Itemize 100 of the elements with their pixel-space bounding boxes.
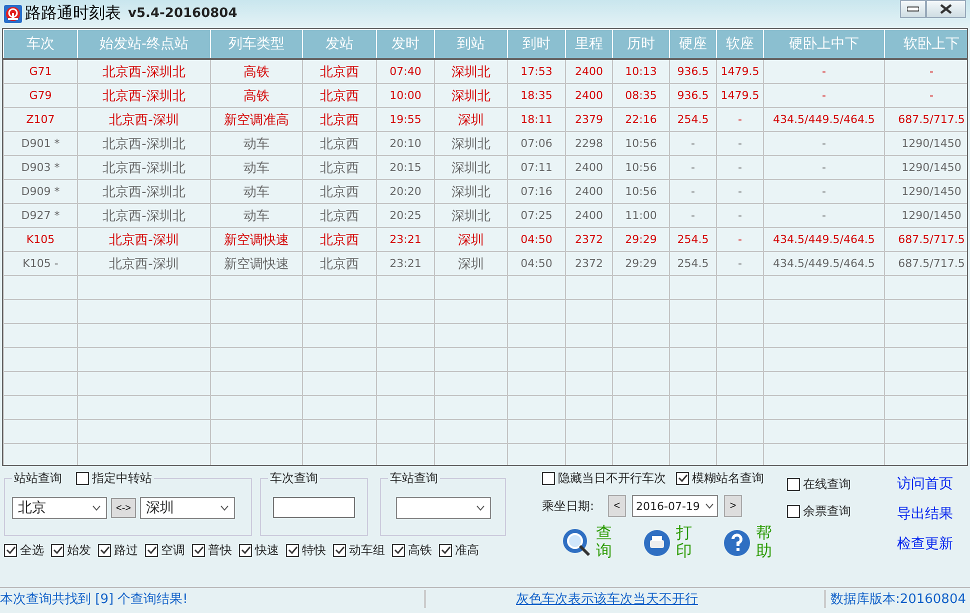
table-cell: - xyxy=(716,204,764,228)
filter-checkbox[interactable]: 高铁 xyxy=(392,542,432,559)
online-checkbox[interactable]: 在线查询 xyxy=(787,476,887,493)
filter-checkbox[interactable]: 普快 xyxy=(192,542,232,559)
table-cell: - xyxy=(670,156,716,180)
swap-button[interactable]: <-> xyxy=(111,498,136,518)
table-cell: 新空调准高 xyxy=(210,108,302,132)
table-cell: - xyxy=(716,180,764,204)
table-cell: 1479.5 xyxy=(716,84,764,108)
online-checkbox[interactable]: 余票查询 xyxy=(787,503,887,520)
table-cell: 北京西-深圳 xyxy=(78,228,210,252)
link[interactable]: 访问首页 xyxy=(897,475,953,493)
filter-checkbox[interactable]: 特快 xyxy=(286,542,326,559)
group-title: 车次查询 xyxy=(270,470,318,487)
table-cell: 北京西 xyxy=(302,108,376,132)
table-cell: 17:53 xyxy=(508,59,566,84)
checkmark-icon xyxy=(334,545,345,556)
table-cell: 2400 xyxy=(566,84,612,108)
to-station-dropdown[interactable]: 深圳 xyxy=(140,497,235,519)
checkmark-icon xyxy=(240,545,251,556)
table-cell: 2400 xyxy=(566,59,612,84)
table-cell: 北京西-深圳北 xyxy=(78,204,210,228)
table-cell: 07:06 xyxy=(508,132,566,156)
filter-checkbox[interactable]: 动车组 xyxy=(333,542,385,559)
legend-link[interactable]: 灰色车次表示该车次当天不开行 xyxy=(516,590,698,608)
transfer-checkbox[interactable]: 指定中转站 xyxy=(76,470,152,487)
table-cell: 2379 xyxy=(566,108,612,132)
filter-checkbox[interactable]: 准高 xyxy=(439,542,479,559)
search-icon xyxy=(562,528,592,558)
table-cell: - xyxy=(764,59,884,84)
table-cell: - xyxy=(764,156,884,180)
minimize-button[interactable] xyxy=(900,0,926,18)
previous-day-button[interactable]: < xyxy=(608,495,626,517)
table-cell: - xyxy=(716,108,764,132)
table-cell: 深圳 xyxy=(434,108,508,132)
close-button[interactable] xyxy=(926,0,966,18)
table-cell: - xyxy=(764,84,884,108)
table-cell: 北京西 xyxy=(302,204,376,228)
table-cell: 434.5/449.5/464.5 xyxy=(764,108,884,132)
table-cell: 北京西-深圳北 xyxy=(78,156,210,180)
table-cell: 高铁 xyxy=(210,59,302,84)
table-cell: 936.5 xyxy=(670,84,716,108)
checkmark-icon xyxy=(193,545,204,556)
table-cell: 07:40 xyxy=(376,59,434,84)
railway-logo-icon xyxy=(4,4,22,22)
version-label: v5.4-20160804 xyxy=(128,6,238,21)
table-cell: 20:15 xyxy=(376,156,434,180)
window-title: 路路通时刻表 xyxy=(25,3,121,24)
table-cell: 07:16 xyxy=(508,180,566,204)
group-title: 站站查询 xyxy=(14,470,62,487)
table-cell: K105 xyxy=(4,228,78,252)
table-cell: 2400 xyxy=(566,156,612,180)
table-cell: G79 xyxy=(4,84,78,108)
link[interactable]: 检查更新 xyxy=(897,535,953,553)
table-cell: - xyxy=(764,204,884,228)
checkmark-icon xyxy=(440,545,451,556)
table-cell: 10:56 xyxy=(612,132,670,156)
chevron-down-icon xyxy=(92,505,101,511)
filter-checkbox[interactable]: 全选 xyxy=(4,542,44,559)
table-cell: 北京西 xyxy=(302,252,376,276)
filter-checkbox[interactable]: 空调 xyxy=(145,542,185,559)
table-cell: 北京西 xyxy=(302,156,376,180)
table-cell: 动车 xyxy=(210,180,302,204)
table-cell: - xyxy=(764,180,884,204)
table-cell: 936.5 xyxy=(670,59,716,84)
table-cell: D901 * xyxy=(4,132,78,156)
table-cell: 北京西-深圳北 xyxy=(78,84,210,108)
filter-checkbox[interactable]: 始发 xyxy=(51,542,91,559)
table-cell: - xyxy=(670,204,716,228)
table-cell: 北京西-深圳 xyxy=(78,108,210,132)
option-checkbox[interactable]: 隐藏当日不开行车次 xyxy=(542,470,666,487)
table-cell: 434.5/449.5/464.5 xyxy=(764,252,884,276)
table-cell: 10:00 xyxy=(376,84,434,108)
option-checkbox[interactable]: 模糊站名查询 xyxy=(676,470,764,487)
table-cell: 深圳北 xyxy=(434,180,508,204)
table-cell: K105 - xyxy=(4,252,78,276)
table-cell: 2400 xyxy=(566,204,612,228)
table-cell: 深圳 xyxy=(434,228,508,252)
filter-checkbox[interactable]: 路过 xyxy=(98,542,138,559)
link[interactable]: 导出结果 xyxy=(897,505,953,523)
table-cell: D909 * xyxy=(4,180,78,204)
station-dropdown[interactable] xyxy=(396,497,490,519)
filter-checkbox[interactable]: 快速 xyxy=(239,542,279,559)
table-cell: - xyxy=(670,180,716,204)
table-cell: 北京西-深圳北 xyxy=(78,59,210,84)
help-icon xyxy=(722,528,752,558)
table-cell: 新空调快速 xyxy=(210,252,302,276)
checkmark-icon xyxy=(5,545,16,556)
table-cell: 434.5/449.5/464.5 xyxy=(764,228,884,252)
table-cell: - xyxy=(716,156,764,180)
next-day-button[interactable]: > xyxy=(724,495,742,517)
from-station-dropdown[interactable]: 北京 xyxy=(12,497,107,519)
table-cell: 23:21 xyxy=(376,228,434,252)
table-cell: 22:16 xyxy=(612,108,670,132)
date-picker[interactable]: 2016-07-19 xyxy=(632,495,718,517)
train-number-field[interactable] xyxy=(273,497,355,518)
table-cell: 深圳北 xyxy=(434,204,508,228)
table-cell: 北京西-深圳北 xyxy=(78,132,210,156)
checkmark-icon xyxy=(287,545,298,556)
close-icon xyxy=(940,4,952,14)
